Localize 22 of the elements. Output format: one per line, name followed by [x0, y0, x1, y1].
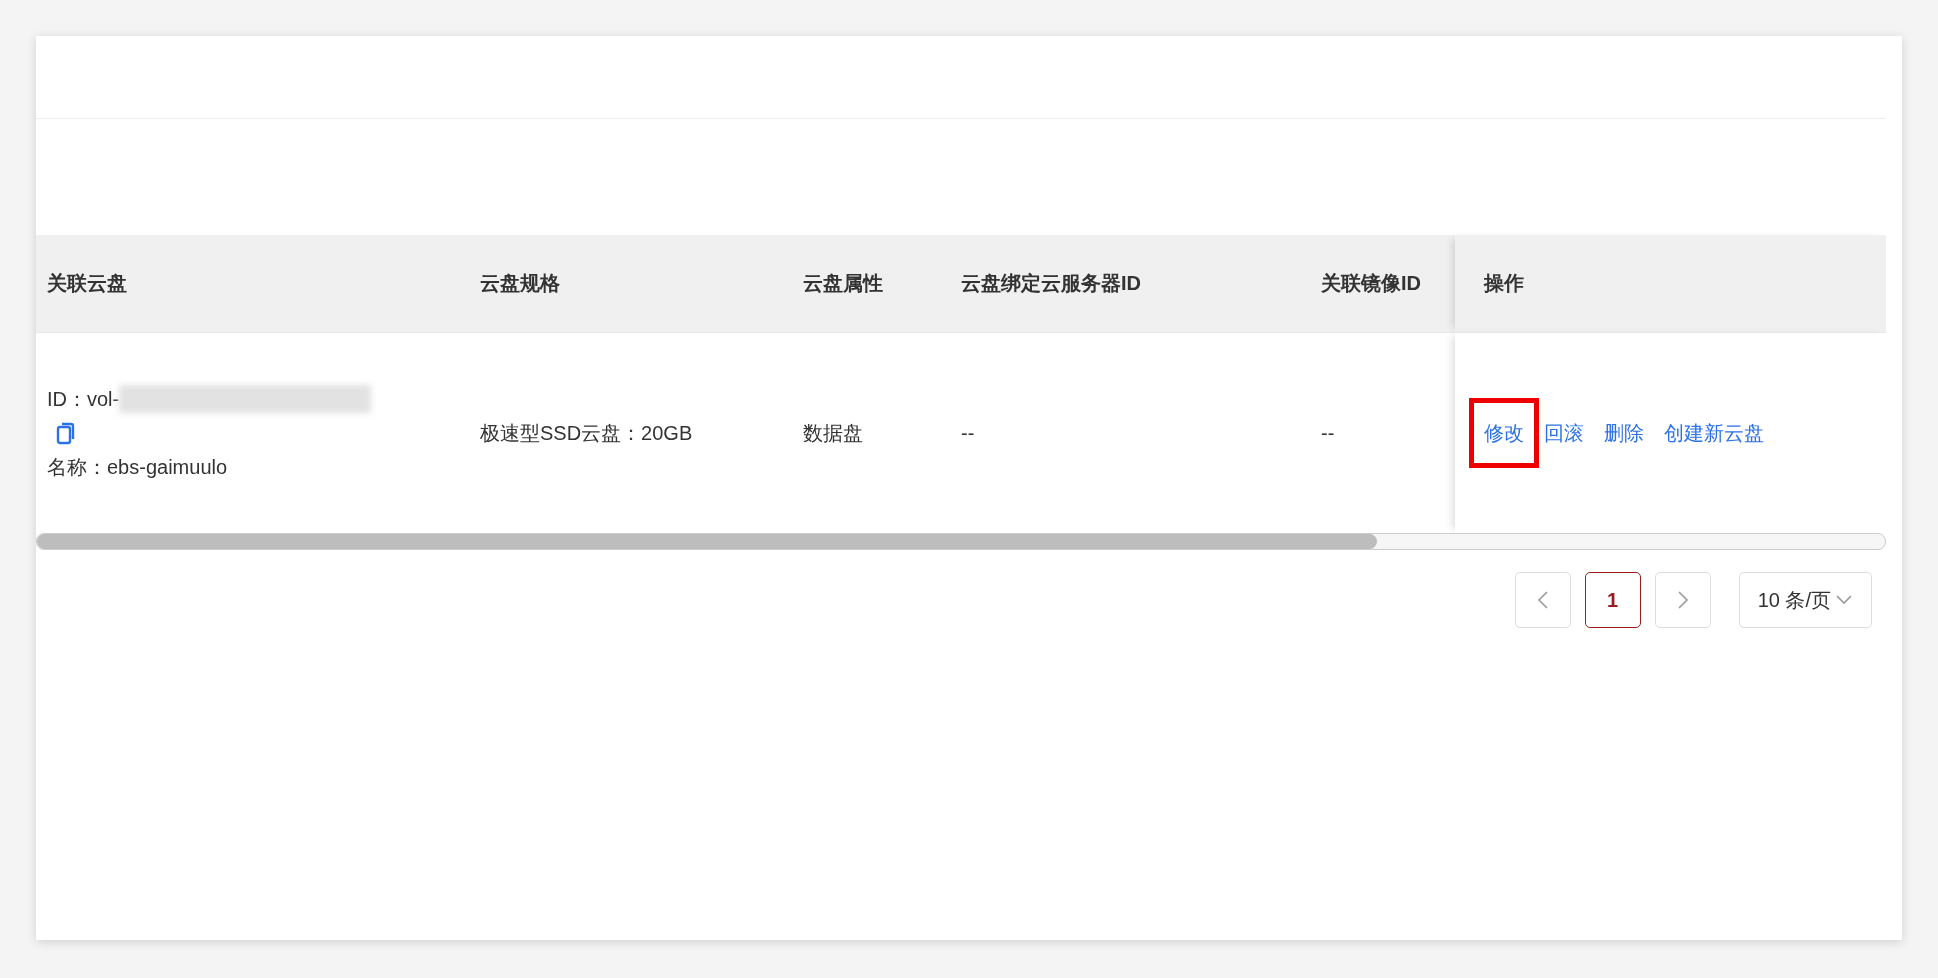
table-cell-text: 极速型SSD云盘：20GB	[480, 420, 694, 446]
page-button[interactable]: 1	[1584, 572, 1641, 628]
horizontal-scrollbar[interactable]	[36, 533, 1886, 550]
column-header: 云盘属性	[792, 235, 950, 332]
next-page-button[interactable]	[1654, 572, 1711, 628]
disk-id: ID：vol-	[47, 387, 120, 412]
column-header: 操作	[1455, 235, 1886, 332]
disk-name: 名称：ebs-gaimuulo	[47, 455, 229, 480]
column-header: 关联云盘	[36, 235, 469, 332]
table-cell-text: 数据盘	[803, 420, 864, 446]
table-cell-text: --	[961, 421, 976, 445]
action-link[interactable]: 修改	[1469, 398, 1539, 468]
previous-page-button[interactable]	[1514, 572, 1571, 628]
chevron-down-icon	[1835, 594, 1853, 606]
column-header: 云盘规格	[469, 235, 792, 332]
page-size-select[interactable]: 10 条/页	[1738, 572, 1872, 628]
copy-icon[interactable]	[55, 421, 77, 445]
column-header: 关联镜像ID	[1310, 235, 1455, 332]
table-cell-text: --	[1321, 421, 1336, 445]
chevron-left-icon	[1536, 590, 1549, 610]
chevron-right-icon	[1676, 590, 1689, 610]
column-header: 云盘绑定云服务器ID	[950, 235, 1310, 332]
